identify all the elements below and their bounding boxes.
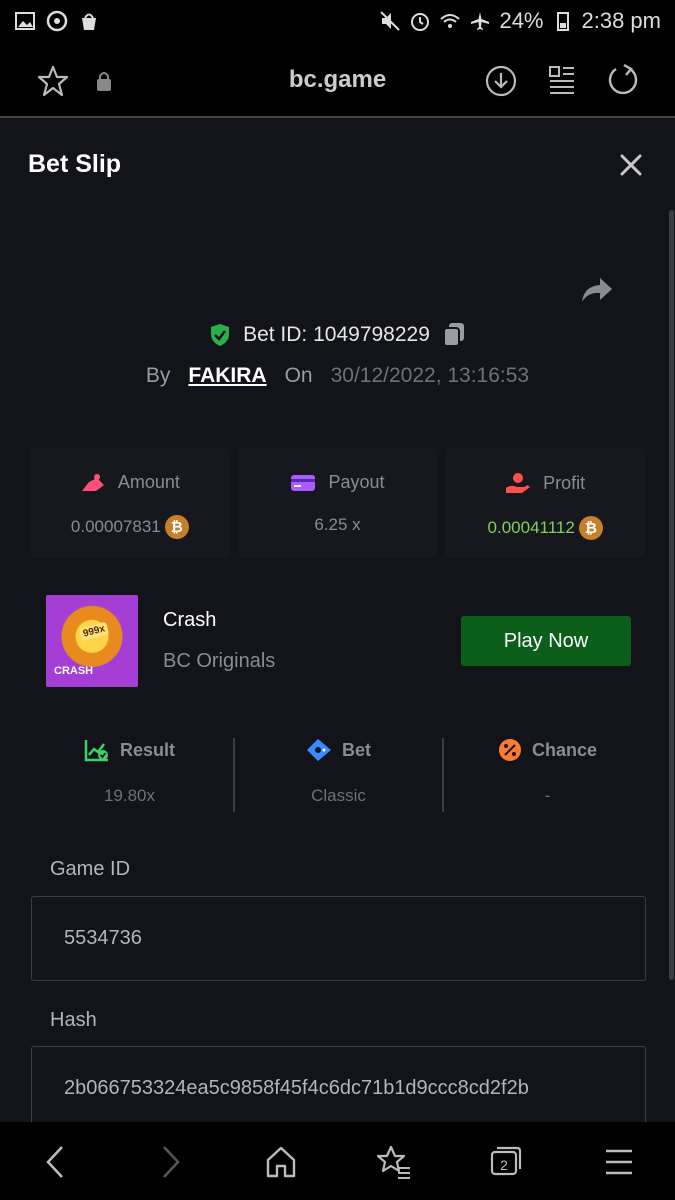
- menu-icon[interactable]: [604, 1144, 634, 1180]
- bet-value: Classic: [311, 786, 366, 805]
- bitcoin-icon: ₿: [578, 516, 603, 540]
- alarm-icon: [411, 13, 430, 31]
- amount-value: 0.00007831: [70, 517, 161, 536]
- copy-icon[interactable]: [442, 322, 466, 348]
- bet-id-row: Bet ID: 1049798229: [0, 322, 675, 348]
- stat-payout: Payout 6.25 x: [237, 448, 438, 558]
- home-icon[interactable]: [264, 1144, 298, 1180]
- bet-slip-modal: Bet Slip Bet ID: 1049798229 By FAKIRA On…: [0, 118, 675, 1122]
- bookmarks-icon[interactable]: [376, 1144, 412, 1180]
- bitcoin-icon: ₿: [164, 515, 189, 539]
- percent-icon: [498, 739, 521, 761]
- status-right: 24% 2:38 pm: [379, 8, 661, 34]
- by-row: By FAKIRA On 30/12/2022, 13:16:53: [0, 364, 675, 388]
- bag-icon: [82, 13, 96, 30]
- result-chart-icon: [84, 740, 108, 762]
- by-label: By: [145, 364, 171, 387]
- battery-icon: [556, 12, 569, 31]
- reload-icon[interactable]: [606, 62, 640, 98]
- profit-value: 0.00041112: [487, 518, 575, 537]
- tabs-button[interactable]: 2: [489, 1144, 523, 1178]
- download-icon[interactable]: [484, 64, 518, 98]
- game-thumbnail[interactable]: 999x CRASH: [46, 595, 138, 687]
- amount-label: Amount: [117, 472, 180, 492]
- bet-tag-icon: [306, 739, 331, 761]
- bet-id: Bet ID: 1049798229: [243, 323, 430, 346]
- info-result: Result 19.80x: [26, 738, 233, 812]
- browser-toolbar: bc.game: [0, 42, 675, 118]
- game-id-field[interactable]: 5534736: [31, 896, 646, 981]
- hash-field[interactable]: 2b066753324ea5c9858f45f4c6dc71b1d9ccc8cd…: [31, 1046, 646, 1122]
- profit-label: Profit: [543, 472, 586, 493]
- forward-icon[interactable]: [158, 1144, 184, 1180]
- stat-profit: Profit 0.00041112 ₿: [445, 448, 646, 558]
- tab-count: 2: [500, 1157, 508, 1173]
- on-label: On: [284, 364, 313, 387]
- clock: 2:38 pm: [581, 8, 662, 33]
- game-id-label: Game ID: [50, 858, 131, 880]
- thumbnail-badge: 999x: [78, 621, 110, 642]
- game-row: 999x CRASH Crash BC Originals Play Now: [46, 595, 631, 687]
- wifi-icon: [440, 14, 461, 28]
- username-link[interactable]: FAKIRA: [188, 364, 266, 388]
- result-value: 19.80x: [103, 786, 156, 805]
- profit-icon: [506, 473, 531, 493]
- edge-icon: [46, 10, 68, 32]
- verified-shield-icon: [211, 324, 230, 346]
- airplane-icon: [471, 12, 490, 30]
- payout-icon: [291, 474, 316, 491]
- stat-amount: Amount 0.00007831 ₿: [30, 448, 230, 558]
- bet-label: Bet: [341, 739, 371, 760]
- status-bar: 24% 2:38 pm: [0, 0, 675, 42]
- hash-label: Hash: [50, 1009, 97, 1031]
- status-left-icons: [14, 10, 100, 32]
- payout-label: Payout: [328, 472, 385, 492]
- chance-label: Chance: [531, 739, 598, 760]
- back-icon[interactable]: [42, 1144, 68, 1180]
- close-icon[interactable]: [618, 152, 644, 178]
- bet-stats: Amount 0.00007831 ₿ Payout 6.25 x Profit…: [30, 448, 646, 558]
- image-icon: [15, 12, 35, 30]
- play-now-button[interactable]: Play Now: [461, 616, 631, 666]
- bet-info-row: Result 19.80x Bet Classic Chance -: [26, 738, 651, 812]
- browser-bottom-nav: 2: [0, 1122, 675, 1200]
- game-name: Crash: [163, 609, 217, 631]
- info-bet: Bet Classic: [233, 738, 442, 812]
- amount-icon: [81, 473, 104, 491]
- mute-icon: [380, 11, 401, 31]
- share-icon[interactable]: [580, 276, 614, 304]
- game-provider: BC Originals: [163, 650, 276, 672]
- chance-value: -: [544, 786, 551, 805]
- bet-date: 30/12/2022, 13:16:53: [330, 364, 530, 387]
- reader-mode-icon[interactable]: [548, 64, 576, 96]
- result-label: Result: [119, 739, 175, 760]
- thumbnail-label: CRASH: [54, 665, 94, 677]
- modal-title: Bet Slip: [28, 150, 122, 178]
- info-chance: Chance -: [442, 738, 651, 812]
- battery-percent: 24%: [499, 8, 544, 33]
- payout-value: 6.25 x: [314, 515, 361, 534]
